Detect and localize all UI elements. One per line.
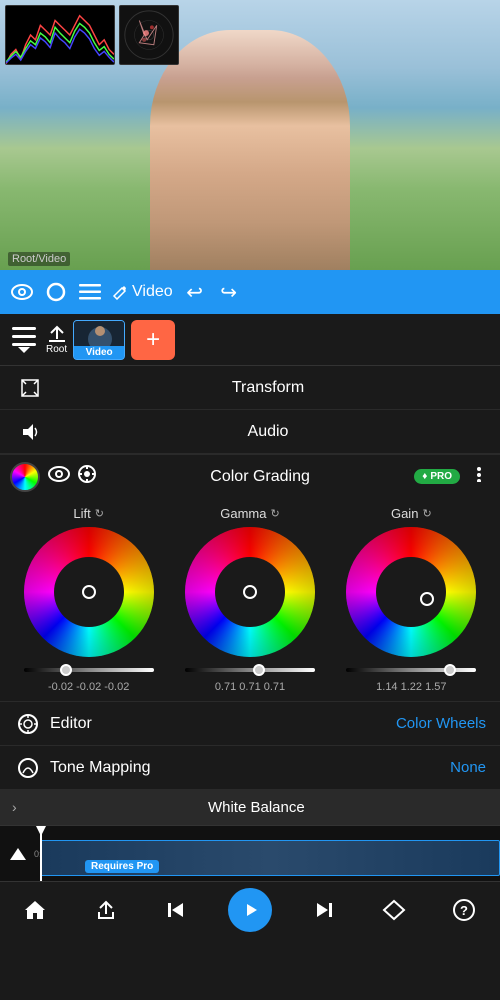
editor-icon — [14, 710, 42, 738]
color-wheels-area: Lift ↻ -0.02 -0.02 -0.02 Gamma ↻ — [0, 498, 500, 701]
transform-icon — [16, 374, 44, 402]
second-toolbar: Root Video + — [0, 314, 500, 366]
video-preview: Root/Video — [0, 0, 500, 270]
transform-row[interactable]: Transform — [0, 366, 500, 410]
lift-wheel-container: Lift ↻ -0.02 -0.02 -0.02 — [14, 506, 164, 693]
white-balance-label: White Balance — [25, 799, 488, 816]
timeline-clip[interactable]: Requires Pro — [40, 840, 500, 876]
gamma-wheel-container: Gamma ↻ 0.71 0.71 0.71 — [175, 506, 325, 693]
bottom-toolbar: ? — [0, 881, 500, 937]
histogram-overlay — [5, 5, 179, 65]
lift-color-wheel[interactable] — [24, 527, 154, 657]
gamma-values: 0.71 0.71 0.71 — [215, 681, 285, 693]
audio-icon — [16, 418, 44, 446]
editor-row[interactable]: Editor Color Wheels — [0, 701, 500, 745]
diamond-button[interactable] — [374, 890, 414, 930]
color-grading-title: Color Grading — [106, 468, 414, 486]
color-eye-icon[interactable] — [48, 466, 70, 487]
gamma-brightness-track — [185, 668, 315, 672]
lift-label: Lift — [73, 506, 90, 521]
top-toolbar: Video ↩ ↪ — [0, 270, 500, 314]
root-button[interactable]: Root — [46, 325, 67, 355]
gain-brightness-slider[interactable] — [346, 663, 476, 677]
tone-mapping-row[interactable]: Tone Mapping None — [0, 745, 500, 789]
lift-values: -0.02 -0.02 -0.02 — [48, 681, 129, 693]
play-button[interactable] — [228, 888, 272, 932]
add-clip-button[interactable]: + — [131, 320, 175, 360]
editor-label: Editor — [50, 715, 396, 733]
gain-handle[interactable] — [420, 592, 434, 606]
requires-pro-badge: Requires Pro — [85, 860, 159, 873]
lift-brightness-thumb[interactable] — [60, 664, 72, 676]
histogram-waveform — [5, 5, 115, 65]
editor-value: Color Wheels — [396, 715, 486, 732]
gamma-color-wheel[interactable] — [185, 527, 315, 657]
gain-brightness-thumb[interactable] — [444, 664, 456, 676]
gamma-reset-icon[interactable]: ↻ — [270, 507, 279, 520]
gamma-brightness-thumb[interactable] — [253, 664, 265, 676]
gamma-brightness-slider[interactable] — [185, 663, 315, 677]
next-frame-button[interactable] — [303, 890, 343, 930]
tone-mapping-value: None — [450, 759, 486, 776]
pro-badge: PRO — [414, 469, 460, 484]
timeline-collapse-button[interactable] — [4, 840, 32, 868]
gamma-center-handle[interactable] — [243, 585, 257, 599]
circle-icon[interactable] — [42, 278, 70, 306]
layers-button[interactable] — [8, 327, 40, 353]
home-button[interactable] — [15, 890, 55, 930]
eye-icon[interactable] — [8, 278, 36, 306]
toolbar-title: Video — [132, 283, 173, 301]
help-button[interactable]: ? — [444, 890, 484, 930]
root-video-label: Root/Video — [8, 252, 70, 266]
lift-label-row: Lift ↻ — [73, 506, 104, 521]
svg-text:?: ? — [461, 903, 469, 918]
audio-row[interactable]: Audio — [0, 410, 500, 454]
share-button[interactable] — [86, 890, 126, 930]
white-balance-row[interactable]: › White Balance — [0, 789, 500, 825]
timeline-track[interactable]: 0:00:00.00 0:00:03:25 0:00:07:20 Require… — [0, 826, 500, 881]
color-menu-icon[interactable] — [468, 466, 490, 487]
gamma-label: Gamma — [220, 506, 266, 521]
redo-button[interactable]: ↪ — [215, 278, 243, 306]
prev-frame-button[interactable] — [157, 890, 197, 930]
gain-color-wheel[interactable] — [346, 527, 476, 657]
video-figure — [150, 30, 350, 270]
transform-label: Transform — [52, 379, 484, 397]
gain-reset-icon[interactable]: ↻ — [422, 507, 431, 520]
timeline-area: 0:00:00.00 0:00:03:25 0:00:07:20 Require… — [0, 825, 500, 881]
gain-label-row: Gain ↻ — [391, 506, 432, 521]
audio-label: Audio — [52, 423, 484, 441]
gain-inner-ring — [376, 557, 446, 627]
color-picker-icon — [10, 462, 40, 492]
edit-title-group: Video — [112, 283, 173, 301]
gain-brightness-track — [346, 668, 476, 672]
menu-icon[interactable] — [76, 278, 104, 306]
gain-label: Gain — [391, 506, 418, 521]
timeline-playhead[interactable] — [40, 826, 42, 881]
gain-wheel-container: Gain ↻ 1.14 1.22 1.57 — [336, 506, 486, 693]
color-settings-icon[interactable] — [76, 463, 98, 490]
lift-center-handle[interactable] — [82, 585, 96, 599]
tone-mapping-icon — [14, 754, 42, 782]
color-grading-header: Color Grading PRO — [0, 454, 500, 498]
lift-brightness-track — [24, 668, 154, 672]
lift-brightness-slider[interactable] — [24, 663, 154, 677]
video-thumb-label: Video — [74, 346, 124, 359]
video-clip-thumb[interactable]: Video — [73, 320, 125, 360]
gain-values: 1.14 1.22 1.57 — [376, 681, 446, 693]
video-thumb-image — [74, 321, 124, 346]
lift-reset-icon[interactable]: ↻ — [95, 507, 104, 520]
wb-chevron-icon: › — [12, 799, 17, 815]
gamma-label-row: Gamma ↻ — [220, 506, 279, 521]
undo-button[interactable]: ↩ — [181, 278, 209, 306]
tone-mapping-label: Tone Mapping — [50, 759, 450, 777]
histogram-vectorscope — [119, 5, 179, 65]
wheels-row: Lift ↻ -0.02 -0.02 -0.02 Gamma ↻ — [4, 506, 496, 693]
